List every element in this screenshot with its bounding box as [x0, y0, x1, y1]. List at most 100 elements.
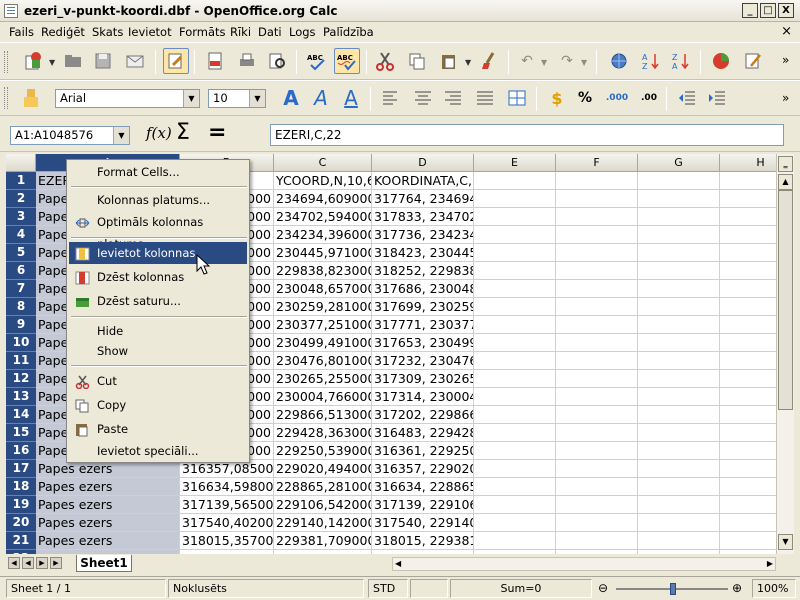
cell-c[interactable]: 230445,971000 [274, 244, 372, 262]
zoom-out-icon[interactable]: ⊖ [598, 581, 608, 595]
align-left-icon[interactable] [378, 85, 404, 111]
redo-icon[interactable]: ↷ [554, 48, 580, 74]
menu-item-copy[interactable]: Copy [69, 394, 247, 416]
next-sheet-icon[interactable]: ▶ [36, 557, 48, 569]
menu-file[interactable]: Fails [9, 25, 34, 39]
scroll-thumb[interactable] [778, 190, 793, 410]
cell-empty[interactable] [474, 496, 556, 514]
cell-c[interactable]: 230476,801000 [274, 352, 372, 370]
cell-empty[interactable] [638, 352, 720, 370]
cell-c[interactable]: 229106,542000 [274, 496, 372, 514]
row-header[interactable]: 19 [6, 496, 36, 514]
maximize-button[interactable]: □ [760, 3, 776, 18]
cell-empty[interactable] [474, 190, 556, 208]
row-header[interactable]: 15 [6, 424, 36, 442]
menu-item-column-width[interactable]: Kolonnas platums... [69, 189, 247, 211]
menu-insert[interactable]: Ievietot [128, 25, 172, 39]
cell-d[interactable]: 318252, 229838 [372, 262, 474, 280]
cell-empty[interactable] [556, 424, 638, 442]
cell-c[interactable]: 230265,255000 [274, 370, 372, 388]
column-header-d[interactable]: D [372, 154, 474, 172]
cell-empty[interactable] [638, 262, 720, 280]
cell-empty[interactable] [556, 514, 638, 532]
cell-c[interactable]: 229250,539000 [274, 442, 372, 460]
bold-icon[interactable]: A [278, 85, 304, 111]
row-header[interactable]: 16 [6, 442, 36, 460]
function-wizard-icon[interactable]: f(x) [146, 124, 172, 142]
column-header-c[interactable]: C [274, 154, 372, 172]
new-document-icon[interactable] [20, 48, 46, 74]
menu-item-insert-columns[interactable]: Ievietot kolonnas [69, 242, 247, 264]
cell-empty[interactable] [720, 334, 776, 352]
select-all-corner[interactable] [6, 154, 36, 172]
cell-empty[interactable] [638, 190, 720, 208]
cell-d[interactable]: 316361, 229250 [372, 442, 474, 460]
cell-empty[interactable] [474, 244, 556, 262]
cell-d[interactable]: 317314, 230004 [372, 388, 474, 406]
cell-empty[interactable] [638, 298, 720, 316]
decrease-indent-icon[interactable] [674, 85, 700, 111]
sheet-tab-sheet1[interactable]: Sheet1 [76, 555, 132, 572]
cell-empty[interactable] [720, 280, 776, 298]
status-selection-mode[interactable]: STD [368, 579, 408, 598]
row-header[interactable]: 1 [6, 172, 36, 190]
cell-empty[interactable] [474, 406, 556, 424]
column-header-f[interactable]: F [556, 154, 638, 172]
increase-indent-icon[interactable] [704, 85, 730, 111]
menu-item-optimal-width[interactable]: Optimāls kolonnas platums... [69, 211, 247, 251]
cell-empty[interactable] [638, 316, 720, 334]
cell-empty[interactable] [556, 532, 638, 550]
cut-icon[interactable] [372, 48, 398, 74]
justify-icon[interactable] [472, 85, 498, 111]
row-header[interactable]: 4 [6, 226, 36, 244]
cell-b[interactable]: 316634,598000 [180, 478, 274, 496]
cell-d[interactable]: 316357, 229020 [372, 460, 474, 478]
chart-icon[interactable] [708, 48, 734, 74]
row-header[interactable]: 12 [6, 370, 36, 388]
zoom-slider[interactable]: ⊖ ⊕ [598, 581, 746, 597]
print-preview-icon[interactable] [264, 48, 290, 74]
cell-d[interactable]: 317764, 234694 [372, 190, 474, 208]
italic-icon[interactable]: A [308, 85, 334, 111]
cell-empty[interactable] [556, 208, 638, 226]
cell-d[interactable]: 317771, 230377 [372, 316, 474, 334]
cell-c[interactable]: 230004,766000 [274, 388, 372, 406]
cell-empty[interactable] [720, 388, 776, 406]
cell-empty[interactable] [720, 532, 776, 550]
cell-empty[interactable] [556, 460, 638, 478]
sort-descending-icon[interactable]: ZA [668, 48, 694, 74]
row-header[interactable]: 11 [6, 352, 36, 370]
cell-empty[interactable] [638, 442, 720, 460]
cell-d[interactable]: 317686, 230048 [372, 280, 474, 298]
currency-icon[interactable]: $ [544, 85, 570, 111]
menu-item-paste[interactable]: Paste [69, 418, 247, 440]
sum-icon[interactable]: Σ [176, 120, 190, 145]
first-sheet-icon[interactable]: ◀ [8, 557, 20, 569]
menu-item-format-cells[interactable]: Format Cells... [69, 161, 247, 183]
cell-empty[interactable] [556, 406, 638, 424]
zoom-in-icon[interactable]: ⊕ [732, 581, 742, 595]
row-header[interactable]: 7 [6, 280, 36, 298]
horizontal-scrollbar[interactable]: ◀ ▶ [392, 557, 776, 571]
cell-empty[interactable] [556, 442, 638, 460]
split-handle[interactable]: ‗ [778, 156, 793, 172]
menu-item-delete-columns[interactable]: Dzēst kolonnas [69, 266, 247, 288]
styles-formatting-icon[interactable] [18, 85, 44, 111]
last-sheet-icon[interactable]: ▶ [50, 557, 62, 569]
cell-empty[interactable] [474, 532, 556, 550]
cell-empty[interactable] [638, 388, 720, 406]
cell-c[interactable]: 229428,363000 [274, 424, 372, 442]
cell-empty[interactable] [556, 550, 638, 554]
cell-c[interactable]: 234702,594000 [274, 208, 372, 226]
cell-c[interactable]: 229140,142000 [274, 514, 372, 532]
cell-c[interactable]: 228865,281000 [274, 478, 372, 496]
cell-d[interactable]: 316634, 228865 [372, 478, 474, 496]
formula-icon[interactable]: = [208, 120, 226, 145]
row-header[interactable]: 21 [6, 532, 36, 550]
cell-empty[interactable] [556, 478, 638, 496]
menu-view[interactable]: Skats [92, 25, 123, 39]
cell-empty[interactable] [720, 244, 776, 262]
cell-empty[interactable] [474, 478, 556, 496]
clone-formatting-icon[interactable] [476, 48, 502, 74]
cell-d[interactable]: 317139, 229106 [372, 496, 474, 514]
